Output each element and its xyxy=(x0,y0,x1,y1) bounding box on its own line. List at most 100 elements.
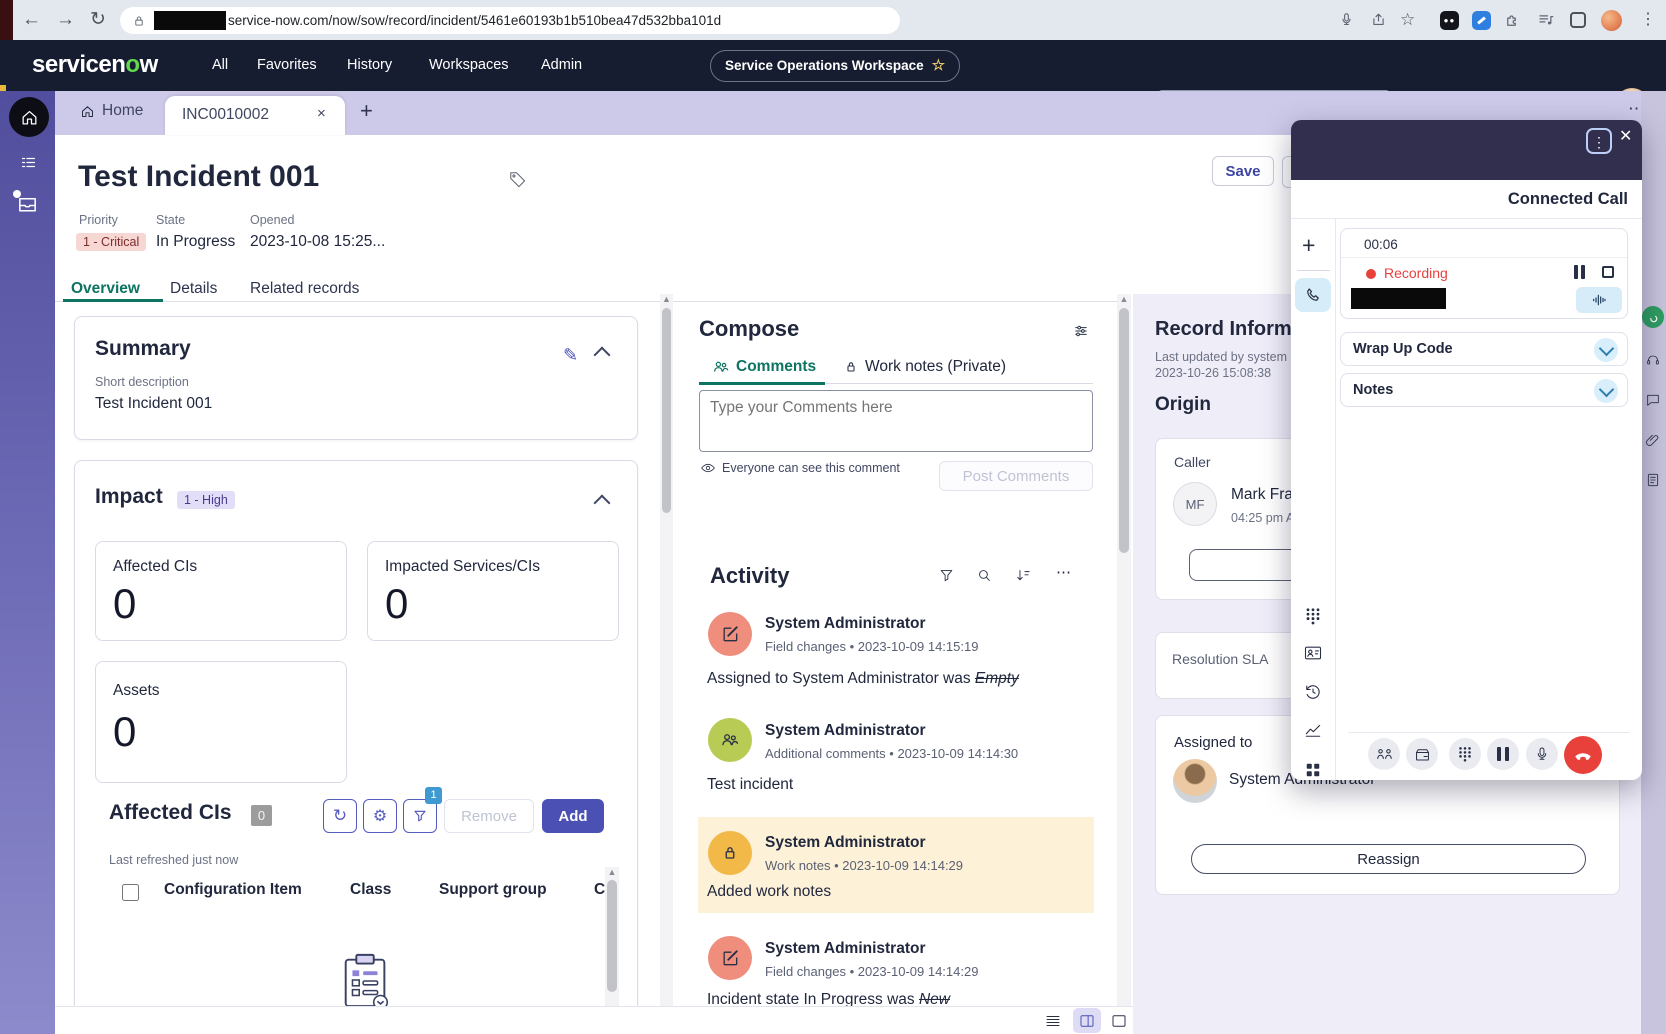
favorite-star-icon[interactable]: ☆ xyxy=(932,51,945,81)
column-clipped[interactable]: C xyxy=(594,881,605,899)
extension-icon-blue[interactable] xyxy=(1472,11,1491,30)
address-bar[interactable]: service-now.com/now/sow/record/incident/… xyxy=(120,7,900,34)
view-split-icon-selected[interactable] xyxy=(1073,1008,1101,1033)
scroll-up-arrow[interactable]: ▲ xyxy=(605,867,619,877)
browser-reload-button[interactable]: ↻ xyxy=(90,0,106,40)
activity-sort-icon[interactable] xyxy=(1015,567,1032,584)
stat-assets[interactable]: Assets 0 xyxy=(95,661,347,783)
nav-favorites[interactable]: Favorites xyxy=(257,40,317,91)
scroll-thumb[interactable] xyxy=(607,880,617,992)
left-column-scrollbar[interactable]: ▲ xyxy=(660,294,673,1006)
recording-stop-icon[interactable] xyxy=(1602,266,1614,278)
activity-more-kebab-icon[interactable]: ⋯ xyxy=(1056,563,1072,581)
wrap-up-code-dropdown[interactable]: Wrap Up Code xyxy=(1340,332,1628,366)
extension-icon-dark[interactable]: ●● xyxy=(1440,11,1459,30)
media-list-icon[interactable] xyxy=(1537,11,1555,29)
comments-textarea[interactable] xyxy=(699,390,1093,452)
rail-chat-icon[interactable] xyxy=(1645,392,1661,408)
browser-share-icon[interactable] xyxy=(1370,11,1387,28)
compose-tab-worknotes[interactable]: Work notes (Private) xyxy=(843,358,1006,376)
rail-chart-icon[interactable] xyxy=(1303,720,1323,740)
stat-impacted-services[interactable]: Impacted Services/CIs 0 xyxy=(367,541,619,641)
rail-active-app-icon[interactable] xyxy=(1642,306,1664,328)
scroll-thumb[interactable] xyxy=(662,308,671,513)
workspace-switcher-pill[interactable]: Service Operations Workspace ☆ xyxy=(710,50,960,82)
compose-settings-sliders-icon[interactable] xyxy=(1072,322,1090,340)
summary-collapse-chevron-icon[interactable] xyxy=(594,347,611,364)
column-class[interactable]: Class xyxy=(350,881,391,899)
activity-actor[interactable]: System Administrator xyxy=(765,722,926,740)
rail-contact-card-icon[interactable] xyxy=(1303,643,1323,663)
nav-history[interactable]: History xyxy=(347,40,392,91)
tab-record-inc0010002[interactable]: INC0010002 × xyxy=(165,96,345,135)
nav-admin[interactable]: Admin xyxy=(541,40,582,91)
refresh-button[interactable]: ↻ xyxy=(323,799,357,833)
center-column-scrollbar[interactable]: ▲ xyxy=(1117,294,1131,1006)
activity-search-icon[interactable] xyxy=(976,567,993,584)
remove-button[interactable]: Remove xyxy=(444,799,534,833)
browser-forward-button[interactable]: → xyxy=(56,0,75,40)
new-tab-button[interactable]: + xyxy=(360,98,373,124)
stat-affected-cis[interactable]: Affected CIs 0 xyxy=(95,541,347,641)
bookmark-star-icon[interactable]: ☆ xyxy=(1400,0,1415,40)
call-panel-kebab-icon[interactable]: ⋮ xyxy=(1586,128,1612,154)
add-button[interactable]: Add xyxy=(542,799,604,833)
activity-actor[interactable]: System Administrator xyxy=(765,834,926,852)
compose-tab-comments[interactable]: Comments xyxy=(712,358,816,376)
column-support-group[interactable]: Support group xyxy=(439,881,547,899)
activity-actor[interactable]: System Administrator xyxy=(765,940,926,958)
browser-profile-avatar[interactable] xyxy=(1601,10,1622,31)
tab-related-records[interactable]: Related records xyxy=(250,280,359,298)
audio-waveform-button[interactable] xyxy=(1576,287,1622,313)
scroll-thumb[interactable] xyxy=(1119,308,1129,553)
call-transfer-button[interactable] xyxy=(1368,738,1400,770)
tab-overview[interactable]: Overview xyxy=(71,280,140,298)
rail-history-icon[interactable] xyxy=(1303,682,1323,702)
list-settings-button[interactable]: ⚙ xyxy=(363,799,397,833)
call-mute-mic-button[interactable] xyxy=(1526,738,1558,770)
browser-mic-icon[interactable] xyxy=(1338,11,1355,28)
tab-details[interactable]: Details xyxy=(170,280,217,298)
browser-menu-kebab-icon[interactable]: ⋮ xyxy=(1640,0,1656,40)
filter-button[interactable] xyxy=(403,799,437,833)
table-scrollbar[interactable]: ▲ xyxy=(605,867,619,1007)
impact-collapse-chevron-icon[interactable] xyxy=(594,495,611,512)
call-dialpad-button[interactable] xyxy=(1449,738,1481,770)
activity-filter-funnel-icon[interactable] xyxy=(938,567,955,584)
tag-icon[interactable] xyxy=(508,170,527,189)
sidebar-list-button[interactable] xyxy=(19,153,38,172)
call-panel-close-icon[interactable]: ✕ xyxy=(1619,126,1632,146)
sidebar-inbox-button[interactable] xyxy=(16,193,39,216)
rail-grid-icon[interactable] xyxy=(1303,760,1323,780)
extension-icon-frame[interactable] xyxy=(1570,12,1586,28)
reassign-button[interactable]: Reassign xyxy=(1191,844,1586,874)
sidebar-home-button[interactable] xyxy=(9,97,49,137)
call-park-button[interactable] xyxy=(1406,738,1438,770)
rail-document-icon[interactable] xyxy=(1645,472,1661,488)
select-all-checkbox[interactable] xyxy=(122,884,139,901)
servicenow-logo[interactable]: servicenow xyxy=(32,51,158,79)
rail-headset-icon[interactable] xyxy=(1645,352,1661,368)
call-hangup-button[interactable] xyxy=(1564,736,1602,774)
rail-phone-tab-active[interactable] xyxy=(1295,278,1331,312)
rail-dialpad-icon[interactable] xyxy=(1303,606,1323,626)
tab-home[interactable]: Home xyxy=(80,102,143,120)
rail-attachment-paperclip-icon[interactable] xyxy=(1645,432,1661,448)
browser-back-button[interactable]: ← xyxy=(22,0,41,40)
extensions-puzzle-icon[interactable] xyxy=(1504,11,1522,29)
view-list-icon[interactable] xyxy=(1044,1012,1062,1030)
save-button[interactable]: Save xyxy=(1212,156,1274,186)
notes-dropdown[interactable]: Notes xyxy=(1340,373,1628,407)
nav-all[interactable]: All xyxy=(212,40,228,91)
view-full-icon[interactable] xyxy=(1110,1012,1128,1030)
rail-add-icon[interactable]: + xyxy=(1302,232,1315,259)
call-hold-button[interactable] xyxy=(1487,738,1519,770)
nav-workspaces[interactable]: Workspaces xyxy=(429,40,509,91)
post-comments-button[interactable]: Post Comments xyxy=(939,461,1093,491)
tab-close-icon[interactable]: × xyxy=(317,105,326,122)
scroll-up-arrow[interactable]: ▲ xyxy=(1117,294,1131,304)
activity-actor[interactable]: System Administrator xyxy=(765,615,926,633)
column-configuration-item[interactable]: Configuration Item xyxy=(164,881,302,899)
edit-pencil-icon[interactable]: ✎ xyxy=(563,345,578,366)
scroll-up-arrow[interactable]: ▲ xyxy=(660,294,673,304)
